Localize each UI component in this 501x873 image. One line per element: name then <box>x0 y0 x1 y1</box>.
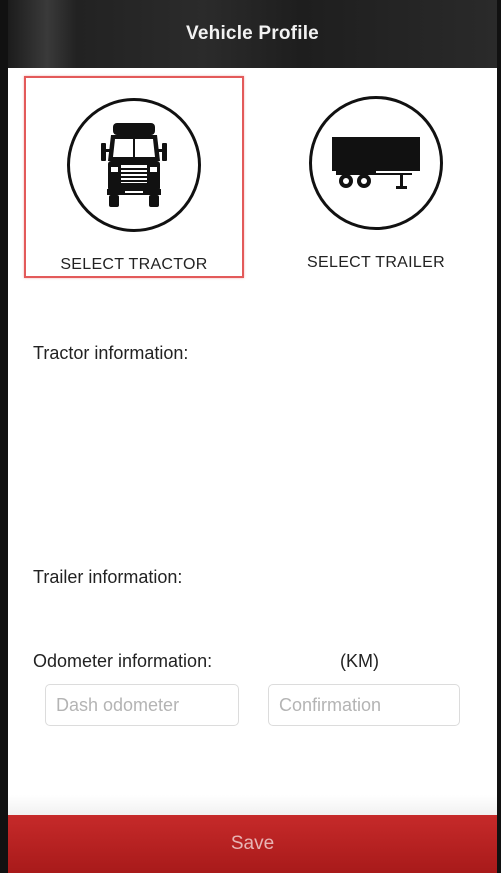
save-button[interactable]: Save <box>8 815 497 873</box>
trailer-icon <box>332 137 420 189</box>
select-tractor-label: SELECT TRACTOR <box>60 256 208 273</box>
select-tractor-button[interactable]: SELECT TRACTOR <box>24 76 244 278</box>
select-trailer-label: SELECT TRAILER <box>307 254 445 271</box>
dash-odometer-input[interactable] <box>45 684 239 726</box>
nav-bar: Vehicle Profile <box>8 0 497 68</box>
footer-divider <box>8 795 497 815</box>
odometer-information-label: Odometer information: <box>33 651 213 671</box>
odometer-unit-label: (KM) <box>340 651 379 671</box>
trailer-information-label: Trailer information: <box>33 567 183 587</box>
odometer-confirmation-input[interactable] <box>268 684 460 726</box>
truck-icon <box>101 123 167 207</box>
trailer-circle <box>309 96 443 230</box>
app-screen: Vehicle Profile SELECT TRACTOR SELECT TR… <box>0 0 501 873</box>
tractor-information-label: Tractor information: <box>33 343 189 363</box>
tractor-circle <box>67 98 201 232</box>
select-trailer-button[interactable]: SELECT TRAILER <box>266 76 486 278</box>
page-title: Vehicle Profile <box>186 23 319 44</box>
